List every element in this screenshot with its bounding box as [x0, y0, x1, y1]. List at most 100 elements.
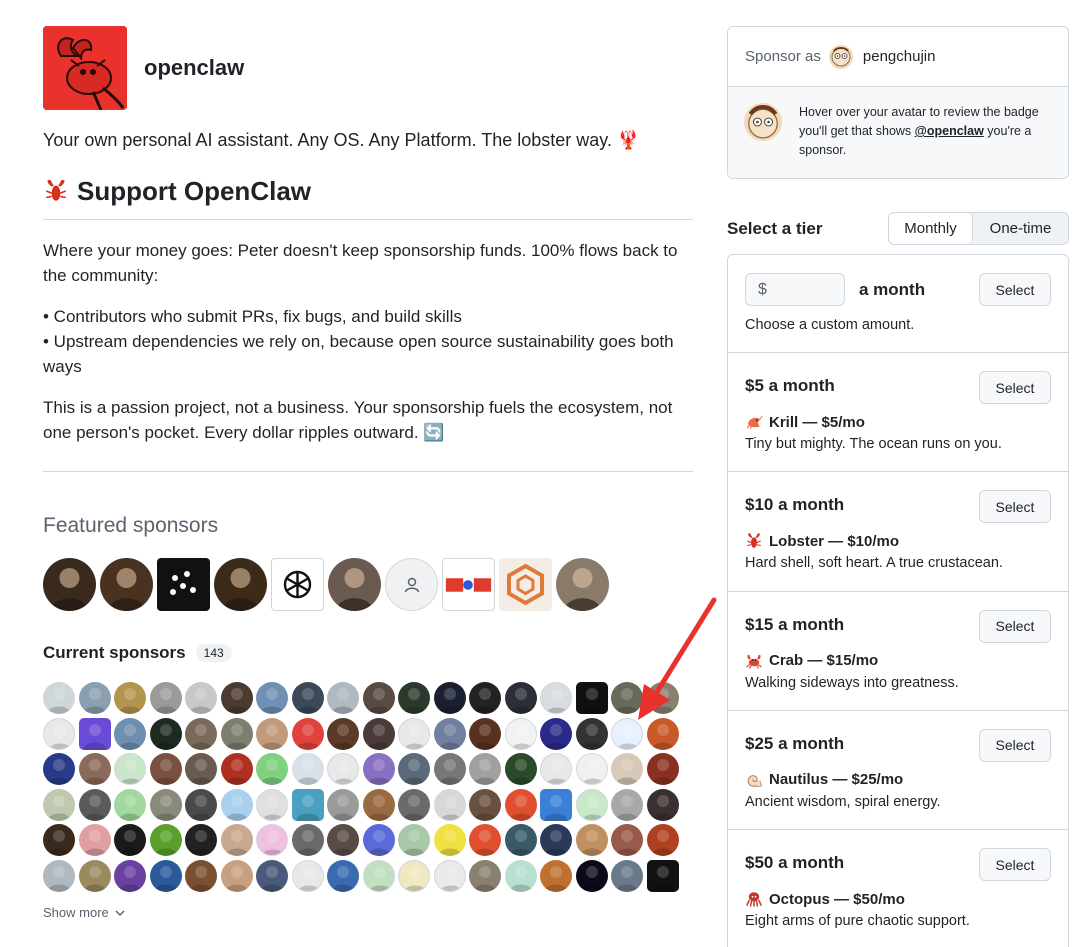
person-avatar[interactable] — [100, 558, 153, 611]
hexagon-logo-avatar[interactable] — [499, 558, 552, 611]
sponsor-avatar[interactable] — [78, 859, 111, 892]
sponsor-avatar[interactable] — [220, 859, 253, 892]
sponsor-avatar[interactable] — [469, 717, 501, 750]
sponsor-avatar[interactable] — [114, 682, 146, 714]
sponsor-avatar[interactable] — [362, 788, 395, 821]
sponsor-avatar[interactable] — [611, 859, 643, 892]
sponsor-avatar[interactable] — [149, 824, 182, 856]
person-avatar[interactable] — [214, 558, 267, 611]
sponsor-avatar[interactable] — [433, 824, 466, 856]
sponsor-avatar[interactable] — [220, 682, 253, 714]
sponsor-avatar[interactable] — [256, 717, 288, 750]
dots-logo-avatar[interactable] — [157, 558, 210, 611]
sponsor-avatar[interactable] — [256, 753, 288, 785]
sponsor-avatar[interactable] — [469, 824, 501, 856]
sponsor-avatar[interactable] — [78, 788, 111, 821]
select-button[interactable]: Select — [979, 728, 1051, 762]
sponsor-avatar[interactable] — [398, 788, 430, 821]
sponsor-avatar[interactable] — [362, 753, 395, 785]
sponsor-avatar[interactable] — [646, 717, 679, 750]
sponsor-avatar[interactable] — [114, 753, 146, 785]
sponsor-avatar[interactable] — [220, 753, 253, 785]
sponsor-avatar[interactable] — [220, 824, 253, 856]
sponsor-avatar[interactable] — [149, 859, 182, 892]
sponsor-avatar[interactable] — [149, 717, 182, 750]
sponsor-avatar[interactable] — [362, 859, 395, 892]
sponsor-avatar[interactable] — [611, 717, 643, 750]
sponsor-avatar[interactable] — [398, 682, 430, 714]
sponsor-avatar[interactable] — [114, 824, 146, 856]
sponsor-avatar[interactable] — [78, 824, 111, 856]
person-avatar[interactable] — [556, 558, 609, 611]
select-button[interactable]: Select — [979, 371, 1051, 404]
sponsor-avatar[interactable] — [114, 859, 146, 892]
openai-logo-avatar[interactable] — [271, 558, 324, 611]
sponsor-avatar[interactable] — [540, 788, 572, 821]
sponsor-avatar[interactable] — [43, 753, 75, 785]
sponsor-avatar[interactable] — [327, 682, 359, 714]
sponsor-avatar[interactable] — [43, 824, 75, 856]
org-name[interactable]: openclaw — [144, 55, 244, 81]
sponsor-avatar[interactable] — [611, 753, 643, 785]
sponsor-avatar[interactable] — [398, 717, 430, 750]
sponsor-avatar[interactable] — [114, 717, 146, 750]
sponsor-avatar[interactable] — [291, 788, 324, 821]
sponsor-avatar[interactable] — [149, 682, 182, 714]
sponsor-avatar[interactable] — [504, 682, 537, 714]
sponsor-avatar[interactable] — [43, 788, 75, 821]
sponsor-avatar[interactable] — [646, 753, 679, 785]
sponsor-avatar[interactable] — [43, 682, 75, 714]
show-more-link[interactable]: Show more — [43, 905, 126, 920]
tab-monthly[interactable]: Monthly — [889, 213, 973, 244]
sponsor-avatar[interactable] — [327, 717, 359, 750]
sponsor-avatar[interactable] — [185, 753, 217, 785]
sponsor-avatar[interactable] — [78, 753, 111, 785]
sponsor-avatar[interactable] — [398, 824, 430, 856]
sponsor-avatar[interactable] — [220, 788, 253, 821]
sponsor-avatar[interactable] — [611, 788, 643, 821]
custom-amount-input[interactable]: $ — [745, 273, 845, 306]
sponsor-avatar[interactable] — [646, 682, 679, 714]
sponsor-avatar[interactable] — [256, 682, 288, 714]
sponsor-avatar[interactable] — [362, 824, 395, 856]
sponsor-avatar[interactable] — [469, 859, 501, 892]
sponsor-avatar[interactable] — [185, 824, 217, 856]
sponsor-avatar[interactable] — [469, 682, 501, 714]
sponsor-avatar[interactable] — [256, 788, 288, 821]
sponsor-avatar[interactable] — [327, 788, 359, 821]
sponsor-avatar[interactable] — [504, 717, 537, 750]
sponsor-avatar[interactable] — [362, 717, 395, 750]
sponsor-avatar[interactable] — [575, 788, 608, 821]
openclaw-logo[interactable] — [43, 26, 127, 110]
sponsor-avatar[interactable] — [433, 682, 466, 714]
sponsor-avatar[interactable] — [185, 788, 217, 821]
sponsor-avatar[interactable] — [291, 859, 324, 892]
sponsor-avatar[interactable] — [540, 717, 572, 750]
sponsor-avatar[interactable] — [504, 859, 537, 892]
sponsor-avatar[interactable] — [433, 753, 466, 785]
sponsor-avatar[interactable] — [469, 788, 501, 821]
sponsor-avatar[interactable] — [398, 753, 430, 785]
sponsor-avatar[interactable] — [540, 753, 572, 785]
sponsor-avatar[interactable] — [540, 824, 572, 856]
sponsor-avatar[interactable] — [78, 682, 111, 714]
sponsor-avatar[interactable] — [575, 753, 608, 785]
sponsor-avatar[interactable] — [327, 753, 359, 785]
user-avatar[interactable] — [828, 44, 853, 69]
sponsor-avatar[interactable] — [327, 824, 359, 856]
sponsor-avatar[interactable] — [362, 682, 395, 714]
sponsor-avatar[interactable] — [185, 717, 217, 750]
sponsor-avatar[interactable] — [540, 682, 572, 714]
sponsor-avatar[interactable] — [504, 788, 537, 821]
sponsor-avatar[interactable] — [256, 859, 288, 892]
select-button[interactable]: Select — [979, 609, 1051, 643]
sponsor-avatar[interactable] — [575, 682, 608, 714]
sponsor-avatar[interactable] — [646, 788, 679, 821]
user-avatar-large[interactable] — [744, 103, 782, 141]
sponsor-avatar[interactable] — [575, 824, 608, 856]
sponsor-avatar[interactable] — [185, 682, 217, 714]
sponsor-avatar[interactable] — [114, 788, 146, 821]
sponsor-avatar[interactable] — [469, 753, 501, 785]
sponsor-avatar[interactable] — [611, 824, 643, 856]
sponsor-avatar[interactable] — [646, 859, 679, 892]
